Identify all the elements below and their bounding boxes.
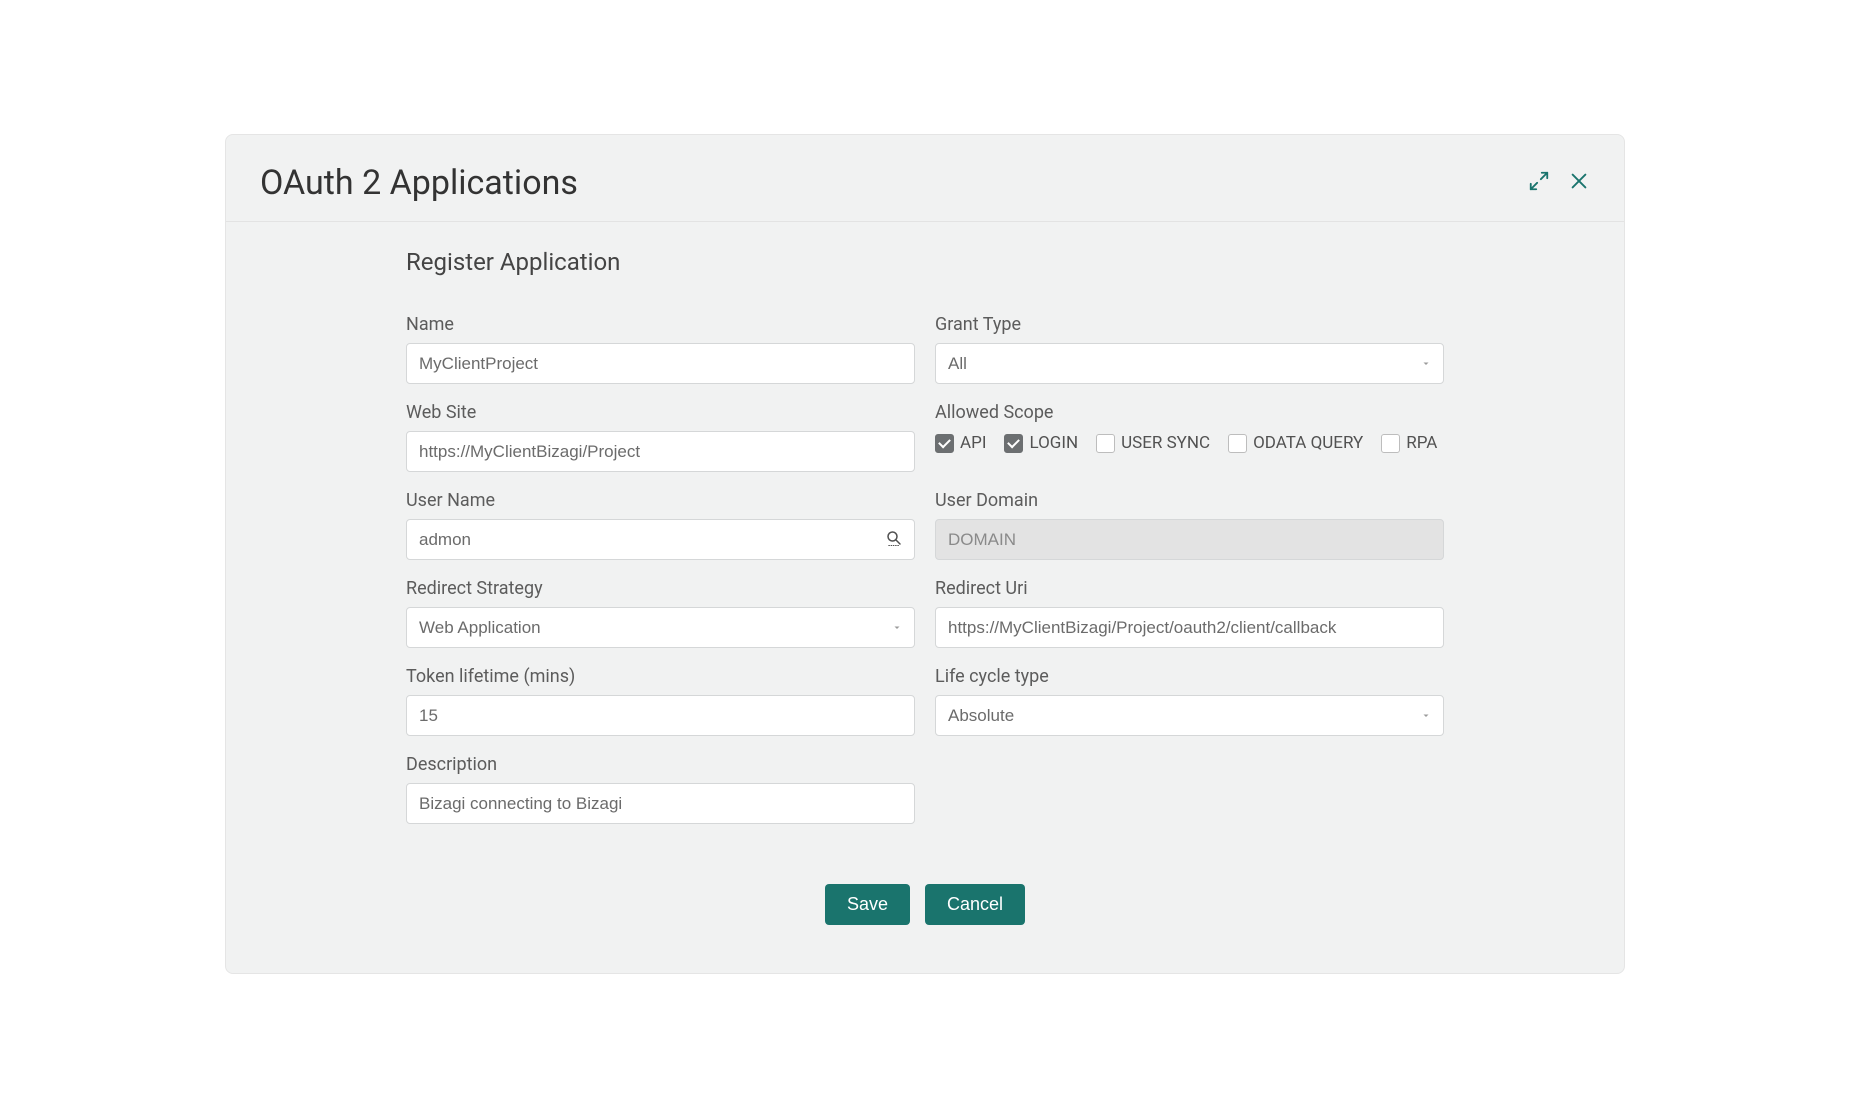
redirect-uri-field: Redirect Uri xyxy=(935,578,1444,648)
description-field: Description xyxy=(406,754,915,824)
redirect-strategy-field: Redirect Strategy xyxy=(406,578,915,648)
username-field: User Name xyxy=(406,490,915,560)
redirect-strategy-label: Redirect Strategy xyxy=(406,578,915,599)
life-cycle-type-field: Life cycle type xyxy=(935,666,1444,736)
oauth2-applications-dialog: OAuth 2 Applications Register Applicatio… xyxy=(225,134,1625,974)
cancel-button[interactable]: Cancel xyxy=(925,884,1025,925)
name-field: Name xyxy=(406,314,915,384)
user-domain-input xyxy=(935,519,1444,560)
dialog-header: OAuth 2 Applications xyxy=(226,135,1624,222)
dialog-footer: Save Cancel xyxy=(406,884,1444,925)
website-label: Web Site xyxy=(406,402,915,423)
username-input[interactable] xyxy=(406,519,915,560)
allowed-scope-label: Allowed Scope xyxy=(935,402,1444,423)
checkbox-unchecked-icon xyxy=(1096,434,1115,453)
expand-icon[interactable] xyxy=(1528,170,1550,196)
life-cycle-type-value[interactable] xyxy=(935,695,1444,736)
grant-type-field: Grant Type xyxy=(935,314,1444,384)
scope-user-sync-label: USER SYNC xyxy=(1121,433,1210,453)
section-title: Register Application xyxy=(406,248,1444,276)
dialog-header-actions xyxy=(1528,170,1590,196)
register-application-form: Name Grant Type Web Site xyxy=(406,314,1444,824)
allowed-scope-field: Allowed Scope API LOGIN USER SYNC ODATA … xyxy=(935,402,1444,472)
redirect-strategy-value[interactable] xyxy=(406,607,915,648)
scope-odata-query-label: ODATA QUERY xyxy=(1253,433,1363,453)
website-field: Web Site xyxy=(406,402,915,472)
scope-login-label: LOGIN xyxy=(1029,433,1078,453)
description-label: Description xyxy=(406,754,915,775)
token-lifetime-field: Token lifetime (mins) xyxy=(406,666,915,736)
scope-api[interactable]: API xyxy=(935,433,986,453)
checkbox-unchecked-icon xyxy=(1228,434,1247,453)
user-domain-field: User Domain xyxy=(935,490,1444,560)
allowed-scope-checkboxes: API LOGIN USER SYNC ODATA QUERY RPA xyxy=(935,433,1444,453)
scope-user-sync[interactable]: USER SYNC xyxy=(1096,433,1210,453)
checkbox-unchecked-icon xyxy=(1381,434,1400,453)
name-label: Name xyxy=(406,314,915,335)
life-cycle-type-select[interactable] xyxy=(935,695,1444,736)
redirect-strategy-select[interactable] xyxy=(406,607,915,648)
scope-api-label: API xyxy=(960,433,986,453)
checkbox-checked-icon xyxy=(1004,434,1023,453)
close-icon[interactable] xyxy=(1568,170,1590,196)
description-input[interactable] xyxy=(406,783,915,824)
grant-type-select[interactable] xyxy=(935,343,1444,384)
checkbox-checked-icon xyxy=(935,434,954,453)
dialog-title: OAuth 2 Applications xyxy=(260,163,578,203)
scope-rpa[interactable]: RPA xyxy=(1381,433,1437,453)
save-button[interactable]: Save xyxy=(825,884,910,925)
token-lifetime-label: Token lifetime (mins) xyxy=(406,666,915,687)
grant-type-value[interactable] xyxy=(935,343,1444,384)
user-domain-label: User Domain xyxy=(935,490,1444,511)
grant-type-label: Grant Type xyxy=(935,314,1444,335)
website-input[interactable] xyxy=(406,431,915,472)
search-icon[interactable] xyxy=(885,529,903,551)
scope-login[interactable]: LOGIN xyxy=(1004,433,1078,453)
redirect-uri-label: Redirect Uri xyxy=(935,578,1444,599)
username-label: User Name xyxy=(406,490,915,511)
scope-odata-query[interactable]: ODATA QUERY xyxy=(1228,433,1363,453)
redirect-uri-input[interactable] xyxy=(935,607,1444,648)
name-input[interactable] xyxy=(406,343,915,384)
scope-rpa-label: RPA xyxy=(1406,433,1437,453)
life-cycle-type-label: Life cycle type xyxy=(935,666,1444,687)
token-lifetime-input[interactable] xyxy=(406,695,915,736)
dialog-body[interactable]: Register Application Name Grant Type xyxy=(226,222,1624,968)
